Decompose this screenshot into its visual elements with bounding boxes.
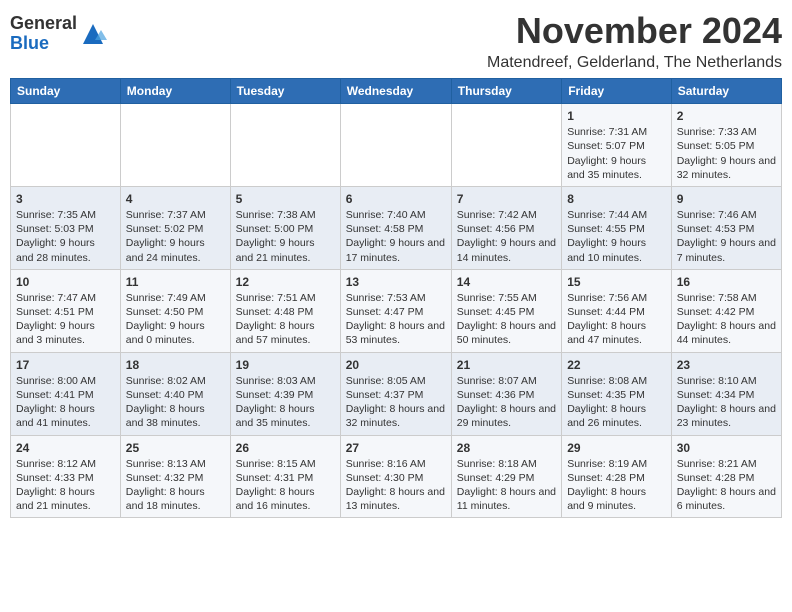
day-cell: 24Sunrise: 8:12 AMSunset: 4:33 PMDayligh… (11, 435, 121, 518)
col-header-sunday: Sunday (11, 79, 121, 104)
week-row-3: 10Sunrise: 7:47 AMSunset: 4:51 PMDayligh… (11, 269, 782, 352)
col-header-friday: Friday (562, 79, 672, 104)
day-number: 28 (457, 440, 556, 456)
day-number: 25 (126, 440, 225, 456)
calendar: SundayMondayTuesdayWednesdayThursdayFrid… (10, 78, 782, 518)
day-cell: 26Sunrise: 8:15 AMSunset: 4:31 PMDayligh… (230, 435, 340, 518)
day-number: 15 (567, 274, 666, 290)
day-cell (451, 104, 561, 187)
day-number: 23 (677, 357, 776, 373)
logo-blue: Blue (10, 33, 49, 53)
day-number: 18 (126, 357, 225, 373)
day-number: 19 (236, 357, 335, 373)
day-cell: 15Sunrise: 7:56 AMSunset: 4:44 PMDayligh… (562, 269, 672, 352)
day-cell: 9Sunrise: 7:46 AMSunset: 4:53 PMDaylight… (671, 186, 781, 269)
day-number: 27 (346, 440, 446, 456)
day-number: 12 (236, 274, 335, 290)
logo-general: General (10, 13, 77, 33)
col-header-monday: Monday (120, 79, 230, 104)
day-number: 24 (16, 440, 115, 456)
day-number: 4 (126, 191, 225, 207)
day-cell: 17Sunrise: 8:00 AMSunset: 4:41 PMDayligh… (11, 352, 121, 435)
day-number: 21 (457, 357, 556, 373)
day-cell: 19Sunrise: 8:03 AMSunset: 4:39 PMDayligh… (230, 352, 340, 435)
day-cell: 3Sunrise: 7:35 AMSunset: 5:03 PMDaylight… (11, 186, 121, 269)
day-number: 8 (567, 191, 666, 207)
day-cell: 11Sunrise: 7:49 AMSunset: 4:50 PMDayligh… (120, 269, 230, 352)
location: Matendreef, Gelderland, The Netherlands (487, 54, 782, 72)
day-number: 2 (677, 108, 776, 124)
day-cell: 4Sunrise: 7:37 AMSunset: 5:02 PMDaylight… (120, 186, 230, 269)
day-cell: 18Sunrise: 8:02 AMSunset: 4:40 PMDayligh… (120, 352, 230, 435)
header: General Blue November 2024 Matendreef, G… (10, 10, 782, 72)
day-cell: 5Sunrise: 7:38 AMSunset: 5:00 PMDaylight… (230, 186, 340, 269)
day-cell: 20Sunrise: 8:05 AMSunset: 4:37 PMDayligh… (340, 352, 451, 435)
day-number: 29 (567, 440, 666, 456)
day-number: 6 (346, 191, 446, 207)
day-cell (230, 104, 340, 187)
day-cell: 16Sunrise: 7:58 AMSunset: 4:42 PMDayligh… (671, 269, 781, 352)
day-number: 14 (457, 274, 556, 290)
day-number: 9 (677, 191, 776, 207)
day-number: 22 (567, 357, 666, 373)
day-cell: 27Sunrise: 8:16 AMSunset: 4:30 PMDayligh… (340, 435, 451, 518)
day-cell: 2Sunrise: 7:33 AMSunset: 5:05 PMDaylight… (671, 104, 781, 187)
day-number: 1 (567, 108, 666, 124)
day-cell: 25Sunrise: 8:13 AMSunset: 4:32 PMDayligh… (120, 435, 230, 518)
week-row-2: 3Sunrise: 7:35 AMSunset: 5:03 PMDaylight… (11, 186, 782, 269)
day-cell (11, 104, 121, 187)
title-block: November 2024 Matendreef, Gelderland, Th… (487, 10, 782, 72)
day-number: 5 (236, 191, 335, 207)
day-number: 3 (16, 191, 115, 207)
col-header-saturday: Saturday (671, 79, 781, 104)
day-number: 7 (457, 191, 556, 207)
day-cell (120, 104, 230, 187)
day-cell: 8Sunrise: 7:44 AMSunset: 4:55 PMDaylight… (562, 186, 672, 269)
day-cell: 30Sunrise: 8:21 AMSunset: 4:28 PMDayligh… (671, 435, 781, 518)
day-cell (340, 104, 451, 187)
day-cell: 10Sunrise: 7:47 AMSunset: 4:51 PMDayligh… (11, 269, 121, 352)
week-row-1: 1Sunrise: 7:31 AMSunset: 5:07 PMDaylight… (11, 104, 782, 187)
col-header-tuesday: Tuesday (230, 79, 340, 104)
logo: General Blue (10, 14, 107, 54)
day-cell: 13Sunrise: 7:53 AMSunset: 4:47 PMDayligh… (340, 269, 451, 352)
day-cell: 6Sunrise: 7:40 AMSunset: 4:58 PMDaylight… (340, 186, 451, 269)
col-header-wednesday: Wednesday (340, 79, 451, 104)
day-number: 26 (236, 440, 335, 456)
day-cell: 28Sunrise: 8:18 AMSunset: 4:29 PMDayligh… (451, 435, 561, 518)
day-cell: 22Sunrise: 8:08 AMSunset: 4:35 PMDayligh… (562, 352, 672, 435)
day-cell: 29Sunrise: 8:19 AMSunset: 4:28 PMDayligh… (562, 435, 672, 518)
day-cell: 12Sunrise: 7:51 AMSunset: 4:48 PMDayligh… (230, 269, 340, 352)
day-cell: 14Sunrise: 7:55 AMSunset: 4:45 PMDayligh… (451, 269, 561, 352)
day-number: 13 (346, 274, 446, 290)
day-cell: 23Sunrise: 8:10 AMSunset: 4:34 PMDayligh… (671, 352, 781, 435)
week-row-4: 17Sunrise: 8:00 AMSunset: 4:41 PMDayligh… (11, 352, 782, 435)
day-number: 20 (346, 357, 446, 373)
day-number: 16 (677, 274, 776, 290)
day-number: 10 (16, 274, 115, 290)
month-year: November 2024 (487, 10, 782, 52)
day-cell: 21Sunrise: 8:07 AMSunset: 4:36 PMDayligh… (451, 352, 561, 435)
day-number: 17 (16, 357, 115, 373)
day-cell: 1Sunrise: 7:31 AMSunset: 5:07 PMDaylight… (562, 104, 672, 187)
day-number: 30 (677, 440, 776, 456)
logo-icon (79, 20, 107, 48)
calendar-header-row: SundayMondayTuesdayWednesdayThursdayFrid… (11, 79, 782, 104)
week-row-5: 24Sunrise: 8:12 AMSunset: 4:33 PMDayligh… (11, 435, 782, 518)
col-header-thursday: Thursday (451, 79, 561, 104)
logo-text: General Blue (10, 14, 77, 54)
day-number: 11 (126, 274, 225, 290)
day-cell: 7Sunrise: 7:42 AMSunset: 4:56 PMDaylight… (451, 186, 561, 269)
